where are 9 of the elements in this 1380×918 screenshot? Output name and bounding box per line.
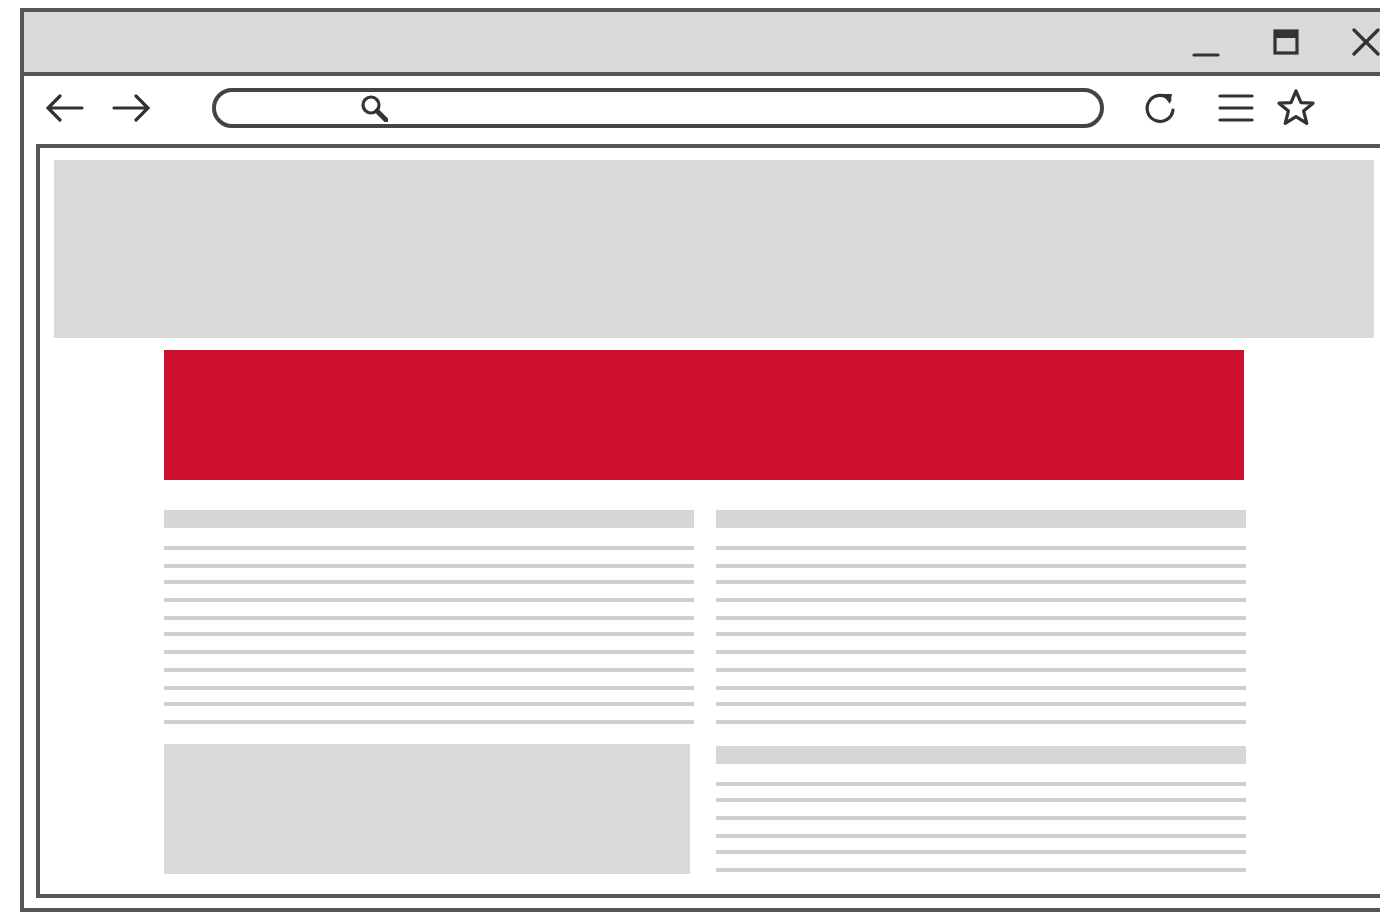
menu-button[interactable] (1216, 88, 1256, 128)
forward-button[interactable] (112, 88, 152, 128)
close-button[interactable] (1352, 22, 1380, 62)
bookmark-star-button[interactable] (1276, 88, 1316, 128)
reload-button[interactable] (1140, 88, 1180, 128)
search-icon (360, 94, 388, 122)
address-bar[interactable] (212, 88, 1104, 128)
minimize-button[interactable] (1192, 51, 1220, 57)
back-button[interactable] (44, 88, 84, 128)
